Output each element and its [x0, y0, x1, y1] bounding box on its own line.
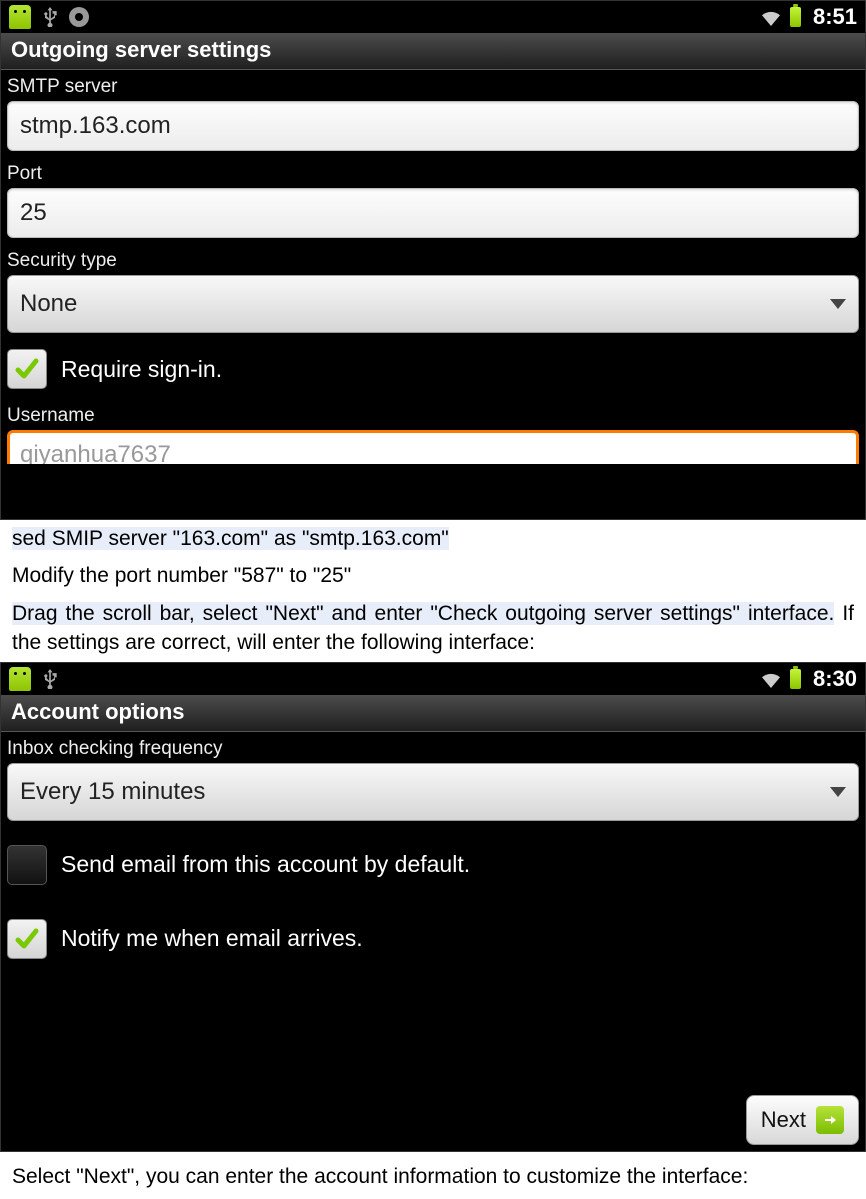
require-signin-row[interactable]: Require sign-in. — [1, 339, 865, 399]
instruction-line-3: Drag the scroll bar, select "Next" and e… — [0, 595, 866, 662]
notify-checkbox[interactable] — [7, 919, 47, 959]
status-bar: 8:51 — [1, 1, 865, 33]
android-icon — [9, 5, 31, 29]
instruction-line-4: Select "Next", you can enter the account… — [0, 1158, 866, 1195]
next-button[interactable]: Next — [746, 1095, 859, 1145]
screen-title: Outgoing server settings — [1, 33, 865, 70]
checkmark-icon — [14, 356, 40, 382]
smtp-server-input[interactable]: stmp.163.com — [7, 101, 859, 151]
checkmark-icon — [14, 926, 40, 952]
inbox-frequency-dropdown[interactable]: Every 15 minutes — [7, 763, 859, 821]
notify-label: Notify me when email arrives. — [61, 925, 363, 952]
smtp-server-label: SMTP server — [1, 70, 865, 101]
default-account-row[interactable]: Send email from this account by default. — [1, 835, 865, 895]
next-button-label: Next — [761, 1107, 806, 1133]
security-type-dropdown[interactable]: None — [7, 275, 859, 333]
port-label: Port — [1, 157, 865, 188]
wifi-icon — [760, 670, 782, 688]
username-input[interactable]: qiyanhua7637 — [7, 430, 859, 464]
default-account-label: Send email from this account by default. — [61, 851, 470, 878]
android-icon — [9, 667, 31, 691]
instruction-line-1: sed SMIP server "163.com" as "smtp.163.c… — [0, 520, 866, 557]
security-type-value: None — [20, 290, 77, 318]
screenshot-outgoing-server: 8:51 Outgoing server settings SMTP serve… — [0, 0, 866, 520]
username-label: Username — [1, 399, 865, 430]
arrow-right-icon — [816, 1106, 844, 1134]
usb-icon — [41, 7, 59, 27]
gear-icon — [69, 7, 89, 27]
instruction-line-2: Modify the port number "587" to "25" — [0, 557, 866, 594]
chevron-down-icon — [830, 787, 846, 797]
inbox-frequency-value: Every 15 minutes — [20, 778, 205, 806]
battery-icon — [790, 7, 801, 27]
status-clock: 8:30 — [813, 666, 857, 692]
status-bar: 8:30 — [1, 663, 865, 695]
battery-icon — [790, 669, 801, 689]
notify-row[interactable]: Notify me when email arrives. — [1, 909, 865, 969]
security-type-label: Security type — [1, 244, 865, 275]
require-signin-checkbox[interactable] — [7, 349, 47, 389]
port-input[interactable]: 25 — [7, 188, 859, 238]
status-clock: 8:51 — [813, 4, 857, 30]
usb-icon — [41, 669, 59, 689]
screenshot-account-options: 8:30 Account options Inbox checking freq… — [0, 662, 866, 1152]
chevron-down-icon — [830, 299, 846, 309]
wifi-icon — [760, 8, 782, 26]
inbox-frequency-label: Inbox checking frequency — [1, 732, 865, 763]
screen-title: Account options — [1, 695, 865, 732]
require-signin-label: Require sign-in. — [61, 356, 222, 383]
default-account-checkbox[interactable] — [7, 845, 47, 885]
